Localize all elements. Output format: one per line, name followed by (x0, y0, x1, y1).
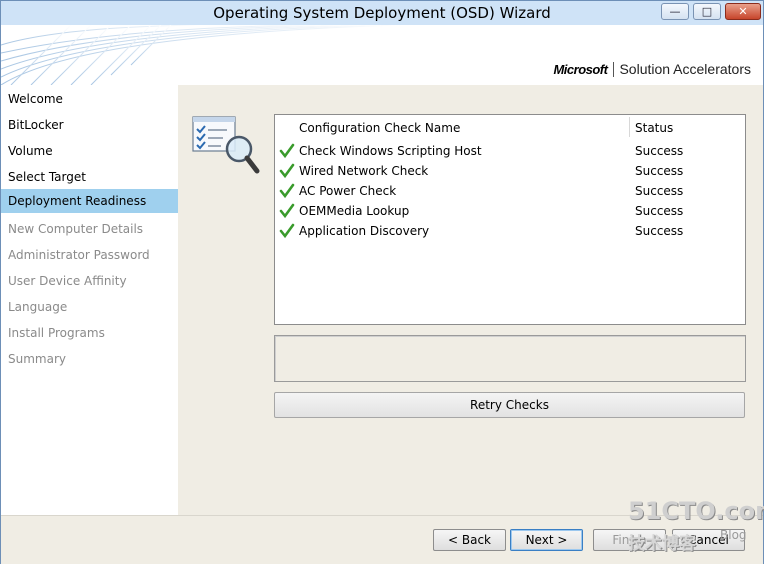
retry-checks-button[interactable]: Retry Checks (274, 392, 745, 418)
checklist-magnifier-icon (192, 116, 260, 174)
window-title: Operating System Deployment (OSD) Wizard (213, 4, 551, 22)
success-check-icon (279, 143, 295, 159)
finish-button: Finish (593, 529, 666, 551)
banner-swoosh-graphic (1, 25, 401, 85)
minimize-button[interactable]: — (661, 3, 689, 20)
check-name: OEMMedia Lookup (299, 204, 410, 218)
sidebar-item-bitlocker[interactable]: BitLocker (1, 113, 178, 137)
sidebar-item-summary: Summary (8, 352, 66, 366)
table-row[interactable]: OEMMedia Lookup Success (275, 201, 745, 221)
next-button[interactable]: Next > (510, 529, 583, 551)
maximize-button[interactable]: □ (693, 3, 721, 20)
cancel-button[interactable]: Cancel (672, 529, 745, 551)
sidebar-item-volume[interactable]: Volume (1, 139, 178, 163)
sidebar-item-user-device-affinity: User Device Affinity (8, 274, 127, 288)
table-row[interactable]: Wired Network Check Success (275, 161, 745, 181)
close-icon: ✕ (738, 5, 748, 18)
check-name: Check Windows Scripting Host (299, 144, 482, 158)
success-check-icon (279, 203, 295, 219)
table-row[interactable]: Application Discovery Success (275, 221, 745, 241)
sidebar-item-administrator-password: Administrator Password (8, 248, 150, 262)
back-button[interactable]: < Back (433, 529, 506, 551)
check-status: Success (635, 164, 684, 178)
table-row[interactable]: Check Windows Scripting Host Success (275, 141, 745, 161)
check-status: Success (635, 144, 684, 158)
check-status: Success (635, 224, 684, 238)
microsoft-logo-text: Microsoft (553, 61, 615, 77)
check-details-textbox[interactable] (274, 335, 746, 382)
check-status: Success (635, 184, 684, 198)
success-check-icon (279, 223, 295, 239)
table-row[interactable]: AC Power Check Success (275, 181, 745, 201)
maximize-icon: □ (701, 5, 713, 18)
brand-logo: Microsoft Solution Accelerators (553, 61, 751, 77)
minimize-icon: — (669, 5, 681, 18)
sidebar-item-new-computer-details: New Computer Details (8, 222, 144, 236)
column-header-check-name[interactable]: Configuration Check Name (299, 121, 460, 135)
check-status: Success (635, 204, 684, 218)
column-header-status[interactable]: Status (635, 121, 673, 135)
check-name: Application Discovery (299, 224, 430, 238)
wizard-footer: < Back Next > Finish Cancel (1, 515, 763, 564)
success-check-icon (279, 163, 295, 179)
header-banner: Microsoft Solution Accelerators (1, 25, 763, 85)
title-bar[interactable]: Operating System Deployment (OSD) Wizard… (1, 1, 763, 25)
configuration-checks-list[interactable]: Configuration Check Name Status Check Wi… (274, 114, 746, 325)
wizard-window: Operating System Deployment (OSD) Wizard… (0, 0, 764, 564)
close-button[interactable]: ✕ (725, 3, 761, 20)
success-check-icon (279, 183, 295, 199)
sidebar-item-welcome[interactable]: Welcome (1, 87, 178, 111)
column-separator (629, 117, 630, 137)
check-name: Wired Network Check (299, 164, 429, 178)
sidebar-item-install-programs: Install Programs (8, 326, 105, 340)
sidebar-item-deployment-readiness[interactable]: Deployment Readiness (1, 189, 178, 213)
sidebar-item-language: Language (8, 300, 68, 314)
sidebar-item-select-target[interactable]: Select Target (1, 165, 178, 189)
solution-accelerators-text: Solution Accelerators (619, 61, 751, 77)
wizard-steps-sidebar: Welcome BitLocker Volume Select Target D… (1, 85, 178, 515)
check-name: AC Power Check (299, 184, 397, 198)
